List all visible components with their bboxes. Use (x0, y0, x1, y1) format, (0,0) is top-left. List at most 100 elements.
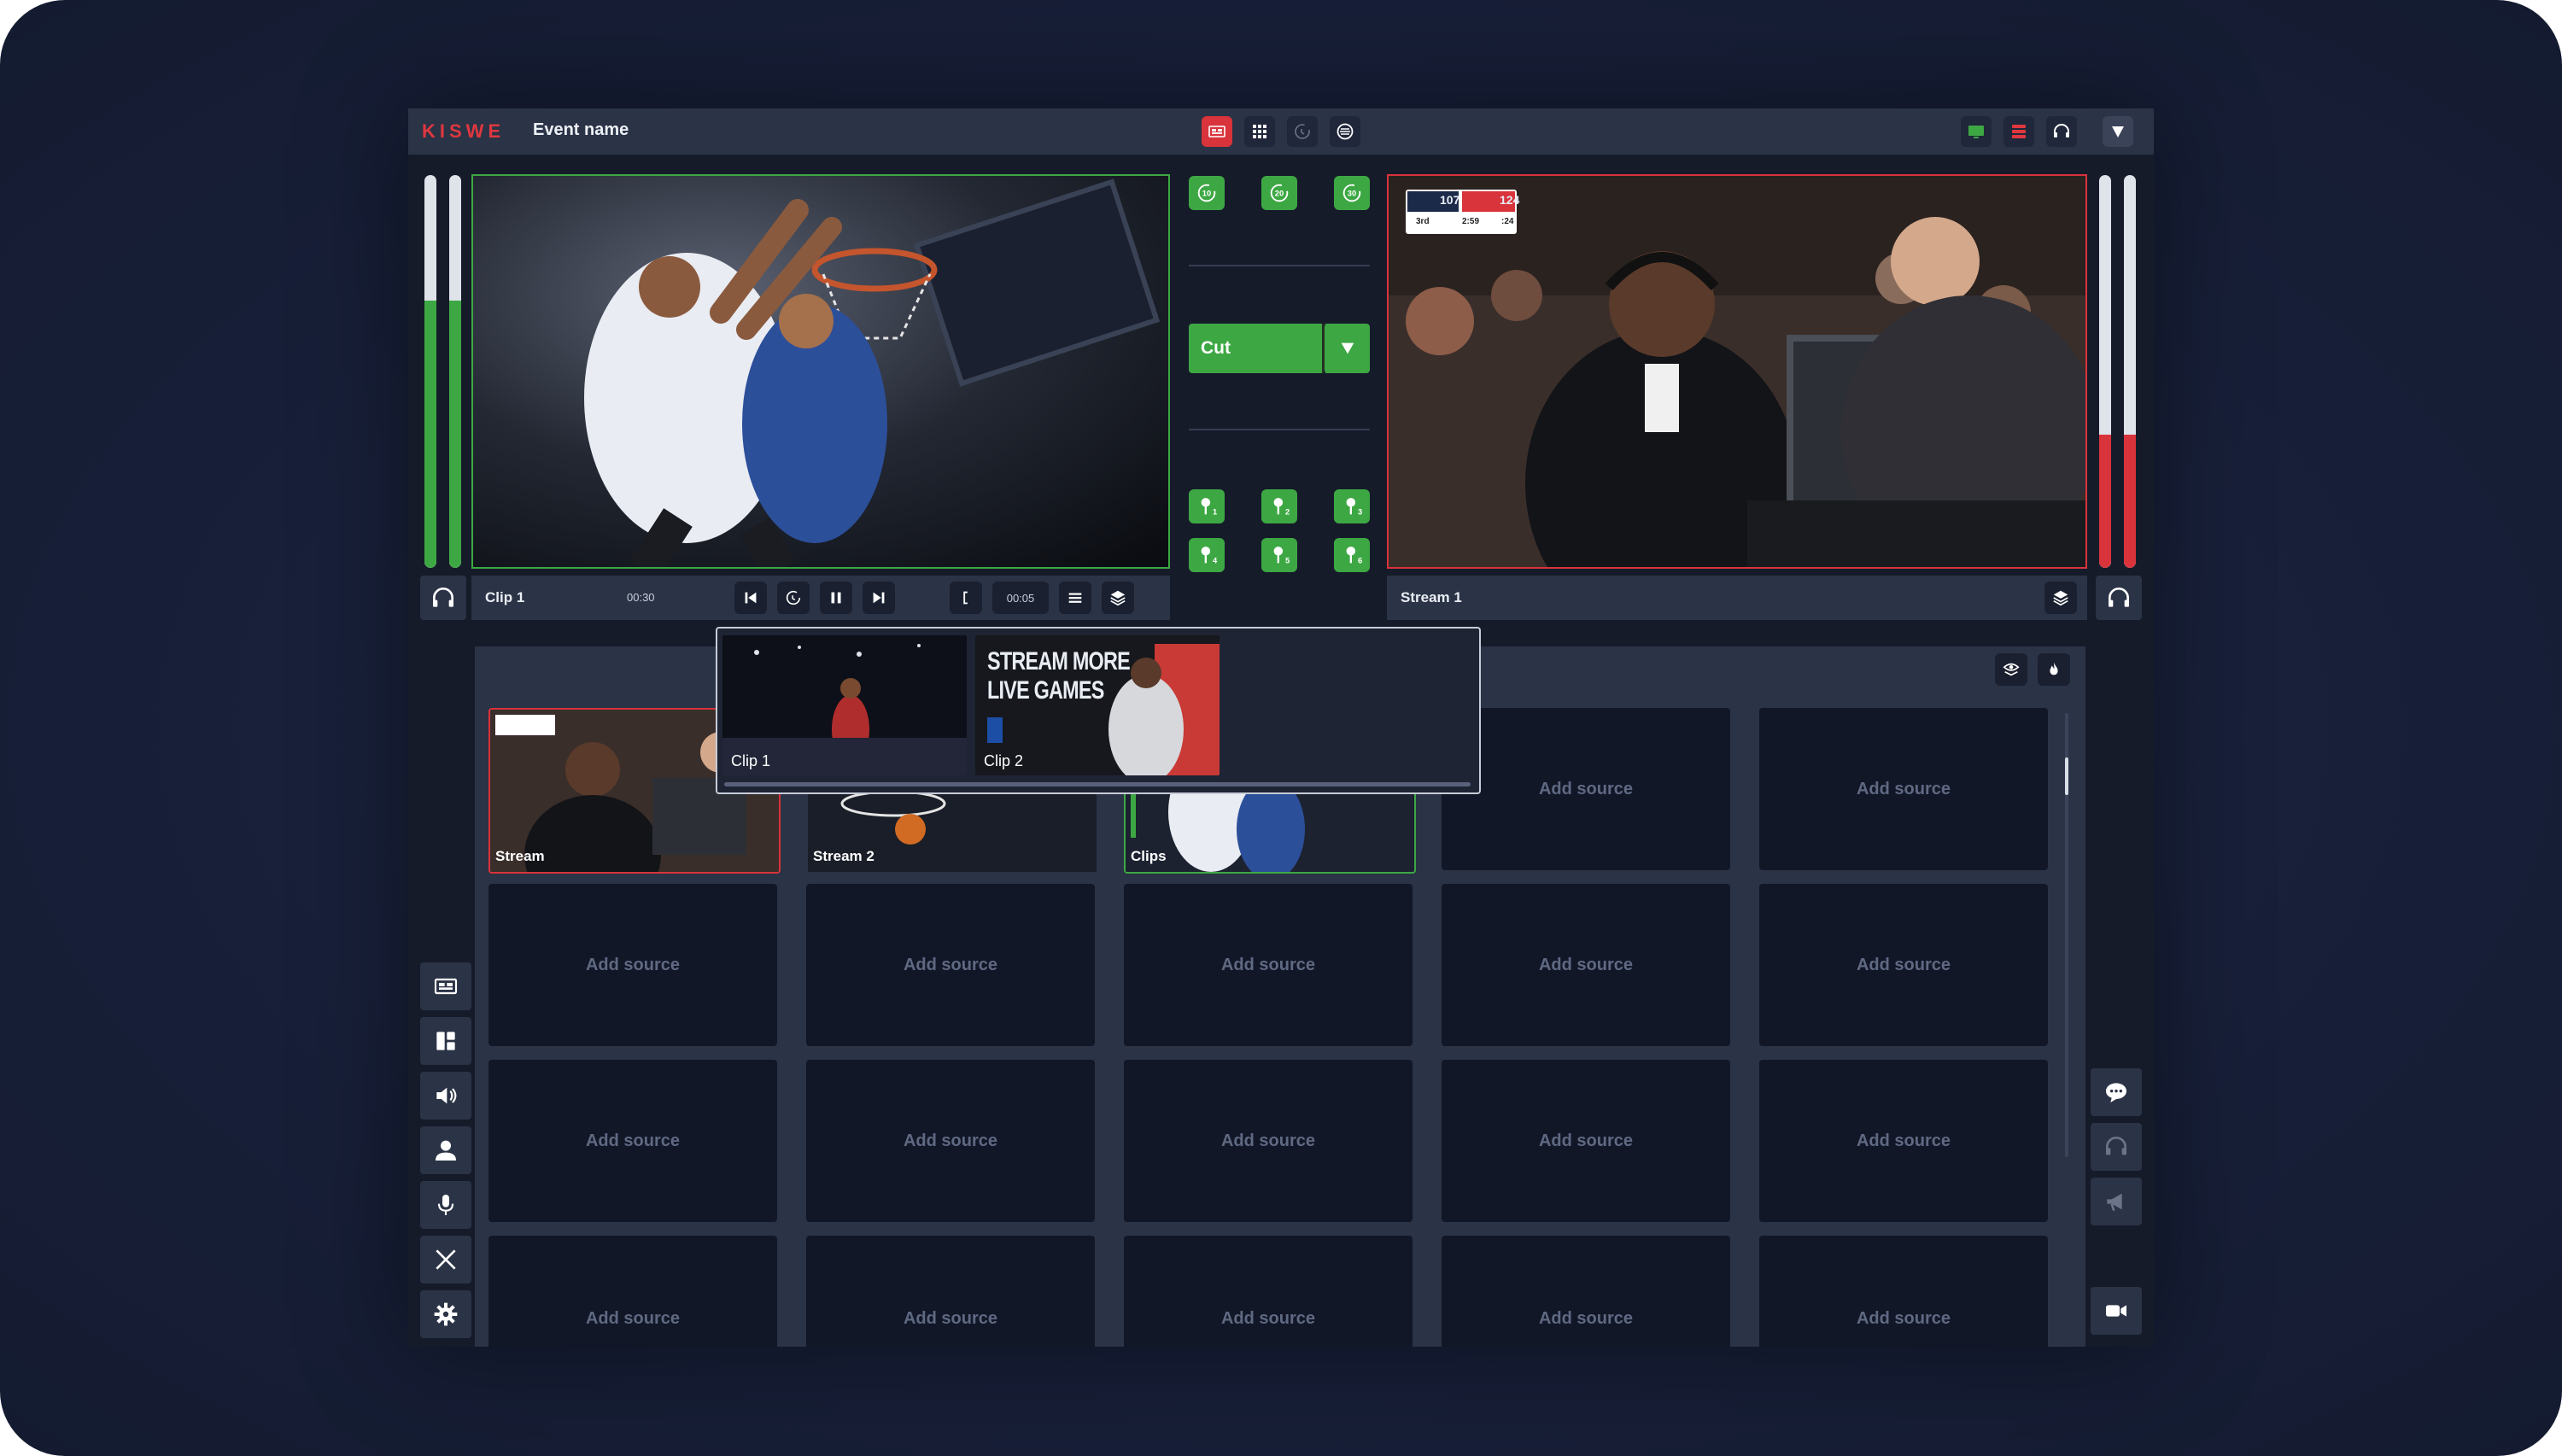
speaker-icon (436, 1087, 457, 1104)
scorebug-period: 3rd (1416, 217, 1430, 226)
add-source-tile[interactable]: Add source (806, 1236, 1095, 1347)
globe-icon (1337, 123, 1354, 140)
pause-button[interactable] (820, 582, 852, 614)
multiview-toggle-button[interactable] (1202, 116, 1232, 147)
audio-panel-button[interactable] (420, 1072, 471, 1120)
server-icon (2012, 125, 2026, 138)
multiview-panel-button[interactable] (420, 962, 471, 1010)
visibility-toggle-button[interactable] (1995, 653, 2027, 686)
program-audio-meter-right (2124, 175, 2136, 568)
source-stream-label: Stream (495, 848, 545, 864)
clip-1-thumbnail[interactable]: Clip 1 (722, 635, 967, 775)
mark-in-button[interactable] (950, 582, 982, 614)
replay-icon (786, 590, 801, 605)
loop-time-field[interactable]: 00:05 (992, 582, 1049, 614)
source-grid-scrollbar[interactable] (2065, 713, 2068, 1157)
page-background: KISWE Event name Clip 1 00:30 00:05 10 2… (0, 0, 2562, 1456)
marker-5-button[interactable]: 5 (1261, 538, 1297, 572)
scorebug-home-score: 124 (1500, 193, 1520, 207)
skip-forward-button[interactable] (863, 582, 895, 614)
add-source-tile[interactable]: Add source (1442, 1060, 1730, 1222)
add-source-tile[interactable]: Add source (1442, 1236, 1730, 1347)
marker-3-button[interactable]: 3 (1334, 489, 1370, 523)
marker-4-label: 4 (1213, 556, 1218, 564)
add-source-tile[interactable]: Add source (1759, 1060, 2048, 1222)
pin-icon: 3 (1346, 498, 1362, 516)
transition-type-dropdown[interactable] (1325, 324, 1370, 373)
marker-1-button[interactable]: 1 (1189, 489, 1225, 523)
add-source-tile[interactable]: Add source (1124, 1060, 1413, 1222)
camera-panel-button[interactable] (2091, 1287, 2142, 1335)
preview-audio-meter-right (449, 175, 461, 568)
marker-3-label: 3 (1358, 507, 1362, 516)
replay-clip-button[interactable] (777, 582, 810, 614)
source-stream2-label: Stream 2 (813, 848, 874, 864)
talent-panel-button[interactable] (420, 1126, 471, 1174)
add-source-tile[interactable]: Add source (488, 1236, 777, 1347)
skip-back-10-button[interactable]: 10 (1189, 176, 1225, 210)
layers-icon (1110, 590, 1126, 606)
microphone-panel-button[interactable] (420, 1181, 471, 1229)
program-monitor[interactable]: 107 124 3rd 2:59 :24 (1387, 174, 2087, 569)
scrollbar-thumb[interactable] (2065, 757, 2068, 795)
clip-popup-scrollbar[interactable] (724, 782, 1471, 786)
add-source-tile[interactable]: Add source (806, 1060, 1095, 1222)
preview-monitor[interactable] (471, 174, 1170, 569)
add-source-tile[interactable]: Add source (1759, 884, 2048, 1046)
pin-icon: 1 (1201, 498, 1217, 516)
app-window: KISWE Event name Clip 1 00:30 00:05 10 2… (408, 108, 2154, 1347)
program-audio-meter-left (2099, 175, 2111, 568)
headset-button[interactable] (2046, 116, 2077, 147)
layout-icon (436, 1032, 455, 1050)
monitor-button[interactable] (1961, 116, 1992, 147)
program-layers-button[interactable] (2044, 582, 2077, 614)
event-name[interactable]: Event name (533, 120, 629, 140)
marker-6-button[interactable]: 6 (1334, 538, 1370, 572)
marker-4-button[interactable]: 4 (1189, 538, 1225, 572)
add-source-tile[interactable]: Add source (1124, 1236, 1413, 1347)
globe-button[interactable] (1330, 116, 1360, 147)
add-source-tile[interactable]: Add source (1759, 1236, 2048, 1347)
preview-clip-label: Clip 1 (485, 589, 525, 605)
add-source-tile[interactable]: Add source (1442, 708, 1730, 870)
add-source-tile[interactable]: Add source (1442, 884, 1730, 1046)
preview-layers-button[interactable] (1102, 582, 1134, 614)
intercom-panel-button[interactable] (2091, 1123, 2142, 1171)
scorebug-clock: 2:59 (1462, 217, 1480, 226)
grid-view-button[interactable] (1244, 116, 1275, 147)
clip-2-thumbnail[interactable]: STREAM MORE LIVE GAMES Clip 2 (975, 635, 1220, 775)
pause-icon (831, 592, 841, 604)
playlist-button[interactable] (1059, 582, 1091, 614)
add-source-tile[interactable]: Add source (1124, 884, 1413, 1046)
skip-back-30-button[interactable]: 30 (1334, 176, 1370, 210)
program-audio-level (2124, 434, 2136, 568)
add-source-tile[interactable]: Add source (488, 884, 777, 1046)
preview-headphones-button[interactable] (420, 576, 466, 620)
hot-button[interactable] (2038, 653, 2070, 686)
chevron-down-icon (1341, 342, 1354, 354)
user-menu-dropdown[interactable] (2103, 116, 2133, 147)
divider (1189, 265, 1370, 266)
x-social-panel-button[interactable] (420, 1236, 471, 1284)
marker-2-button[interactable]: 2 (1261, 489, 1297, 523)
skip-back-20-button[interactable]: 20 (1261, 176, 1297, 210)
list-icon (1068, 593, 1082, 603)
program-headphones-button[interactable] (2096, 576, 2142, 620)
skip-back-button[interactable] (734, 582, 767, 614)
skip-30-label: 30 (1348, 190, 1356, 198)
announce-panel-button[interactable] (2091, 1178, 2142, 1225)
chat-panel-button[interactable] (2091, 1068, 2142, 1116)
add-source-tile[interactable]: Add source (1759, 708, 2048, 870)
chat-icon (2106, 1083, 2126, 1102)
layout-panel-button[interactable] (420, 1017, 471, 1065)
add-source-tile[interactable]: Add source (806, 884, 1095, 1046)
settings-panel-button[interactable] (420, 1290, 471, 1338)
preview-control-bar: Clip 1 00:30 00:05 (471, 576, 1170, 620)
cut-transition-button[interactable]: Cut (1189, 324, 1325, 373)
add-source-tile[interactable]: Add source (488, 1060, 777, 1222)
server-button[interactable] (2003, 116, 2034, 147)
marker-5-label: 5 (1285, 556, 1290, 564)
skip-back-icon (745, 592, 757, 604)
replay-button[interactable] (1287, 116, 1318, 147)
multiview-icon (1208, 126, 1225, 137)
